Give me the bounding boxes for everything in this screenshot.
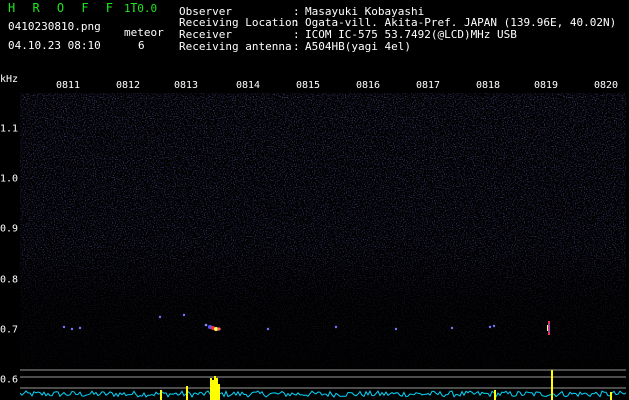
file-name: 0410230810.png <box>8 20 101 33</box>
spectrum-peak <box>218 384 220 400</box>
time-tick-label: 0814 <box>235 80 261 91</box>
time-tick-label: 0819 <box>533 80 559 91</box>
time-tick-label: 0811 <box>55 80 81 91</box>
time-tick-label: 0817 <box>415 80 441 91</box>
time-tick-label: 0812 <box>115 80 141 91</box>
echo-dot <box>158 315 162 319</box>
capture-datetime: 04.10.23 08:10 <box>8 39 101 52</box>
echo-dot <box>450 326 454 330</box>
echo-dot <box>62 325 66 329</box>
spectrum-peak <box>160 390 162 400</box>
echo-dot <box>394 327 398 331</box>
info-row-antenna: Receiving antenna: A504HB(yagi 4el) <box>179 40 411 53</box>
echo-dot <box>492 324 496 328</box>
echo-dot <box>182 313 186 317</box>
spectrum-peak <box>216 378 218 400</box>
spectrum-peak <box>610 392 612 400</box>
spectrum-peak <box>494 390 496 400</box>
freq-unit-label: kHz <box>0 74 19 85</box>
freq-tick-label: 0.7 <box>0 324 19 336</box>
info-value: A504HB(yagi 4el) <box>305 40 411 53</box>
time-tick-label: 0813 <box>173 80 199 91</box>
spectrum-peak <box>210 378 212 400</box>
meteor-label: meteor <box>124 26 164 39</box>
echo-dot <box>488 325 492 329</box>
spectrum-peak <box>214 376 216 400</box>
echo-dot <box>70 327 74 331</box>
spectrogram-plot <box>20 93 626 400</box>
echo-dot <box>266 327 270 331</box>
app-version: 1.0.0 <box>124 2 158 15</box>
noise-floor <box>20 93 626 368</box>
time-tick-label: 0818 <box>475 80 501 91</box>
spectrum-peak <box>186 386 188 400</box>
freq-tick-label: 1.1 <box>0 123 19 135</box>
spectrum-peak <box>212 380 214 400</box>
freq-tick-label: 0.8 <box>0 274 19 286</box>
meteor-count: 6 <box>138 39 145 52</box>
time-tick-label: 0815 <box>295 80 321 91</box>
time-tick-label: 0820 <box>593 80 619 91</box>
info-label: Receiving antenna <box>179 40 292 53</box>
freq-tick-label: 1.0 <box>0 173 19 185</box>
freq-tick-label: 0.9 <box>0 223 19 235</box>
echo-dot <box>334 325 338 329</box>
freq-tick-label: 0.6 <box>0 374 19 386</box>
time-tick-label: 0816 <box>355 80 381 91</box>
echo-dot <box>78 326 82 330</box>
app-title: H R O F F T <box>8 1 143 15</box>
spectrum-peak <box>551 370 553 400</box>
